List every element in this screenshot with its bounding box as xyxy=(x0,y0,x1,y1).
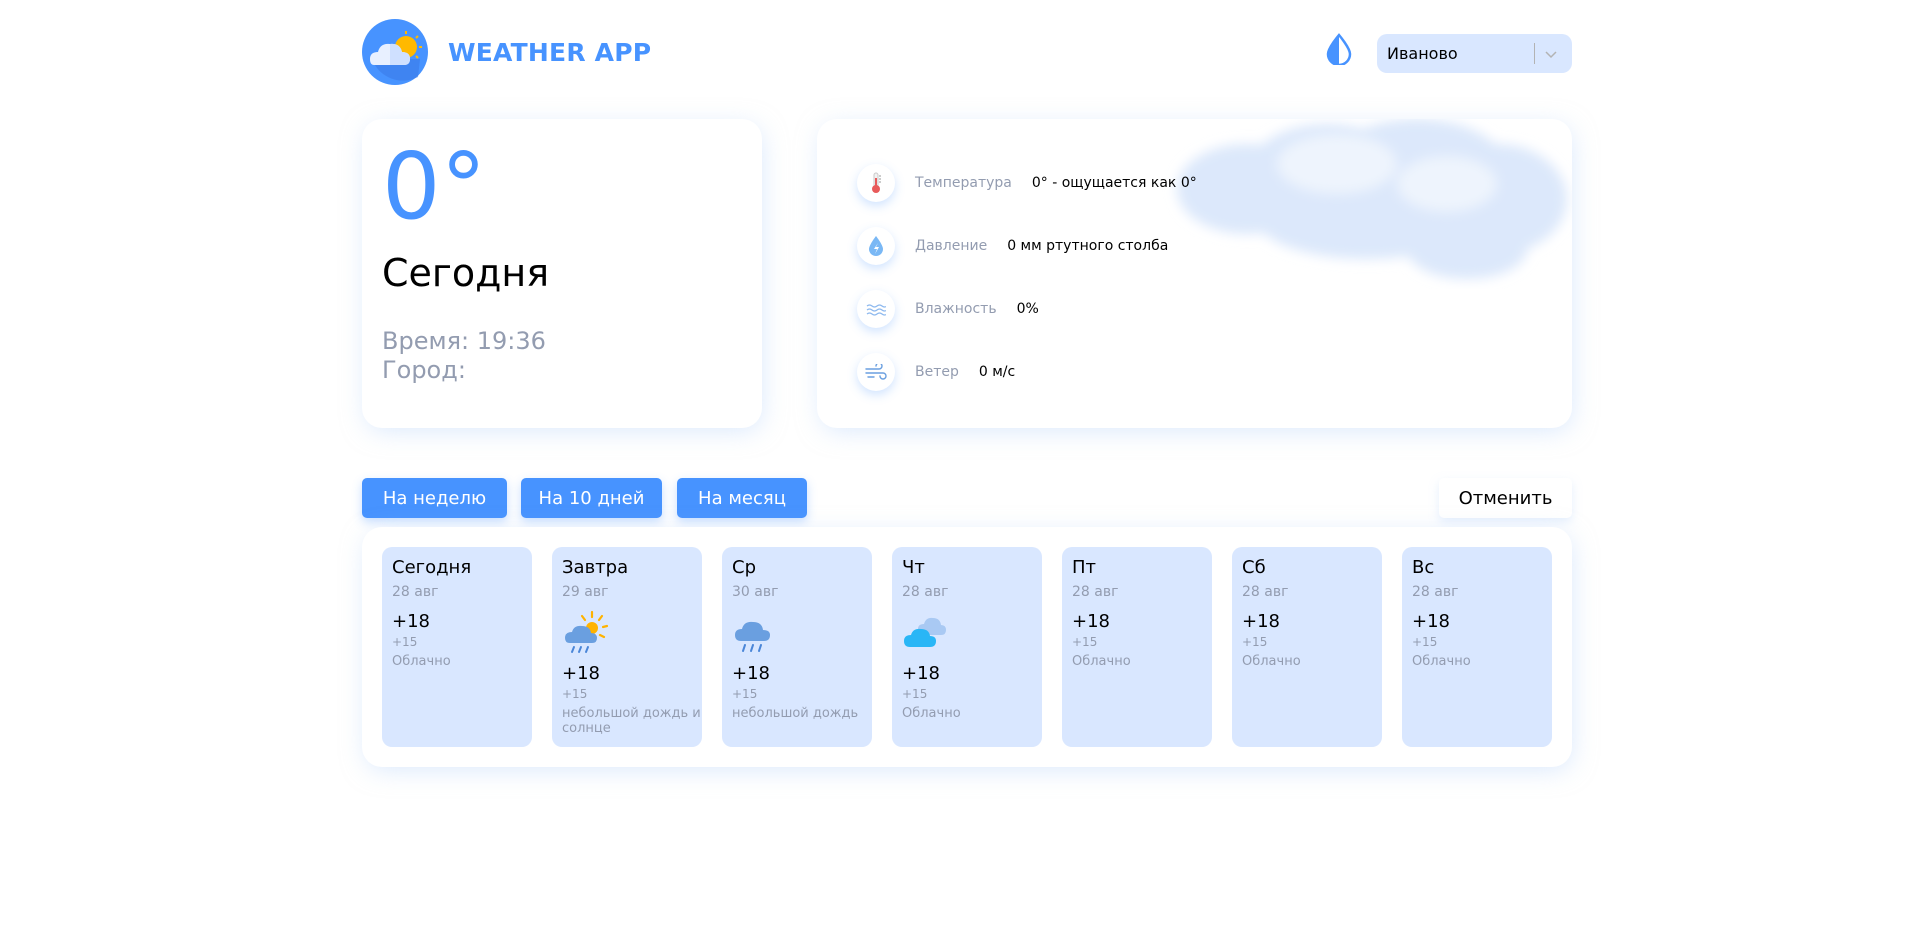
cloud-background-image xyxy=(1177,119,1567,279)
drop-half-icon[interactable] xyxy=(1324,33,1354,65)
detail-row-temperature: Температура 0° - ощущается как 0° xyxy=(857,163,1197,203)
current-time: Время: 19:36 xyxy=(382,327,546,355)
forecast-temp: +18 xyxy=(902,663,940,684)
forecast-day: Завтра xyxy=(562,557,629,578)
detail-label: Влажность xyxy=(915,301,997,317)
forecast-day: Чт xyxy=(902,557,925,578)
forecast-card[interactable]: Вс 28 авг +18 +15 Облачно xyxy=(1402,547,1552,747)
tab-10-days[interactable]: На 10 дней xyxy=(521,478,662,518)
forecast-card[interactable]: Сегодня 28 авг +18 +15 Облачно xyxy=(382,547,532,747)
detail-value: 0° - ощущается как 0° xyxy=(1031,175,1197,191)
forecast-card[interactable]: Чт 28 авг +18 +15 Облачно xyxy=(892,547,1042,747)
rain-cloud-icon xyxy=(735,621,770,652)
forecast-day: Вс xyxy=(1412,557,1435,578)
detail-label: Температура xyxy=(915,175,1012,191)
forecast-temp-alt: +15 xyxy=(1242,635,1268,649)
forecast-temp: +18 xyxy=(1412,611,1450,632)
tab-month[interactable]: На месяц xyxy=(677,478,807,518)
detail-label: Давление xyxy=(915,238,988,254)
forecast-temp: +18 xyxy=(1072,611,1110,632)
pressure-drop-icon xyxy=(857,227,895,265)
app-title: WEATHER APP xyxy=(448,38,652,67)
forecast-temp: +18 xyxy=(562,663,600,684)
detail-label: Ветер xyxy=(915,364,959,380)
wind-icon xyxy=(857,353,895,391)
today-label: Сегодня xyxy=(382,251,550,295)
forecast-temp-alt: +15 xyxy=(392,635,418,649)
forecast-day: Сб xyxy=(1242,557,1266,578)
detail-row-humidity: Влажность 0% xyxy=(857,289,1039,329)
forecast-temp: +18 xyxy=(1242,611,1280,632)
forecast-temp: +18 xyxy=(392,611,430,632)
current-temperature: 0° xyxy=(382,133,487,240)
city-select-separator xyxy=(1534,43,1535,64)
detail-value: 0% xyxy=(1016,301,1039,317)
forecast-temp-alt: +15 xyxy=(732,687,758,701)
rain-sun-icon xyxy=(565,610,609,653)
forecast-date: 28 авг xyxy=(1072,584,1119,600)
forecast-date: 28 авг xyxy=(392,584,439,600)
forecast-date: 28 авг xyxy=(902,584,949,600)
forecast-card[interactable]: Завтра 29 авг +18 +15 небольшой дождь и … xyxy=(552,547,702,747)
forecast-desc: небольшой дождь и солнце xyxy=(562,706,701,736)
forecast-desc: Облачно xyxy=(1412,654,1471,669)
city-select[interactable]: Иваново xyxy=(1377,34,1572,73)
forecast-card[interactable]: Ср 30 авг +18 +15 небольшой дождь xyxy=(722,547,872,747)
forecast-day: Ср xyxy=(732,557,756,578)
forecast-date: 29 авг xyxy=(562,584,609,600)
forecast-day: Пт xyxy=(1072,557,1097,578)
current-city: Город: xyxy=(382,356,466,384)
forecast-temp: +18 xyxy=(732,663,770,684)
humidity-waves-icon xyxy=(857,290,895,328)
forecast-tabs: На неделю На 10 дней На месяц Отменить xyxy=(362,478,1572,518)
forecast-temp-alt: +15 xyxy=(1072,635,1098,649)
thermometer-icon xyxy=(857,164,895,202)
forecast-panel: Сегодня 28 авг +18 +15 Облачно Завтра 29… xyxy=(362,527,1572,767)
forecast-desc: Облачно xyxy=(902,706,961,721)
app-container: WEATHER APP Иваново 0° Сегодня Время: 19… xyxy=(362,0,1572,767)
forecast-desc: Облачно xyxy=(1242,654,1301,669)
details-card: Температура 0° - ощущается как 0° Давлен… xyxy=(817,119,1572,428)
clouds-icon xyxy=(904,617,946,647)
cancel-button[interactable]: Отменить xyxy=(1439,478,1572,518)
forecast-card[interactable]: Пт 28 авг +18 +15 Облачно xyxy=(1062,547,1212,747)
forecast-desc: Облачно xyxy=(392,654,451,669)
detail-value: 0 мм ртутного столба xyxy=(1007,238,1169,254)
forecast-date: 30 авг xyxy=(732,584,779,600)
detail-value: 0 м/с xyxy=(978,364,1016,380)
detail-row-wind: Ветер 0 м/с xyxy=(857,352,1015,392)
forecast-day: Сегодня xyxy=(392,557,472,578)
chevron-down-icon[interactable] xyxy=(1543,46,1559,62)
today-card: 0° Сегодня Время: 19:36 Город: xyxy=(362,119,762,428)
forecast-card[interactable]: Сб 28 авг +18 +15 Облачно xyxy=(1232,547,1382,747)
tab-week[interactable]: На неделю xyxy=(362,478,507,518)
cloud-sun-logo xyxy=(362,19,428,85)
forecast-temp-alt: +15 xyxy=(562,687,588,701)
city-select-value: Иваново xyxy=(1387,44,1458,63)
forecast-desc: Облачно xyxy=(1072,654,1131,669)
forecast-temp-alt: +15 xyxy=(902,687,928,701)
forecast-desc: небольшой дождь xyxy=(732,706,859,721)
forecast-temp-alt: +15 xyxy=(1412,635,1438,649)
header: WEATHER APP Иваново xyxy=(362,0,1572,108)
forecast-date: 28 авг xyxy=(1412,584,1459,600)
forecast-date: 28 авг xyxy=(1242,584,1289,600)
detail-row-pressure: Давление 0 мм ртутного столба xyxy=(857,226,1168,266)
